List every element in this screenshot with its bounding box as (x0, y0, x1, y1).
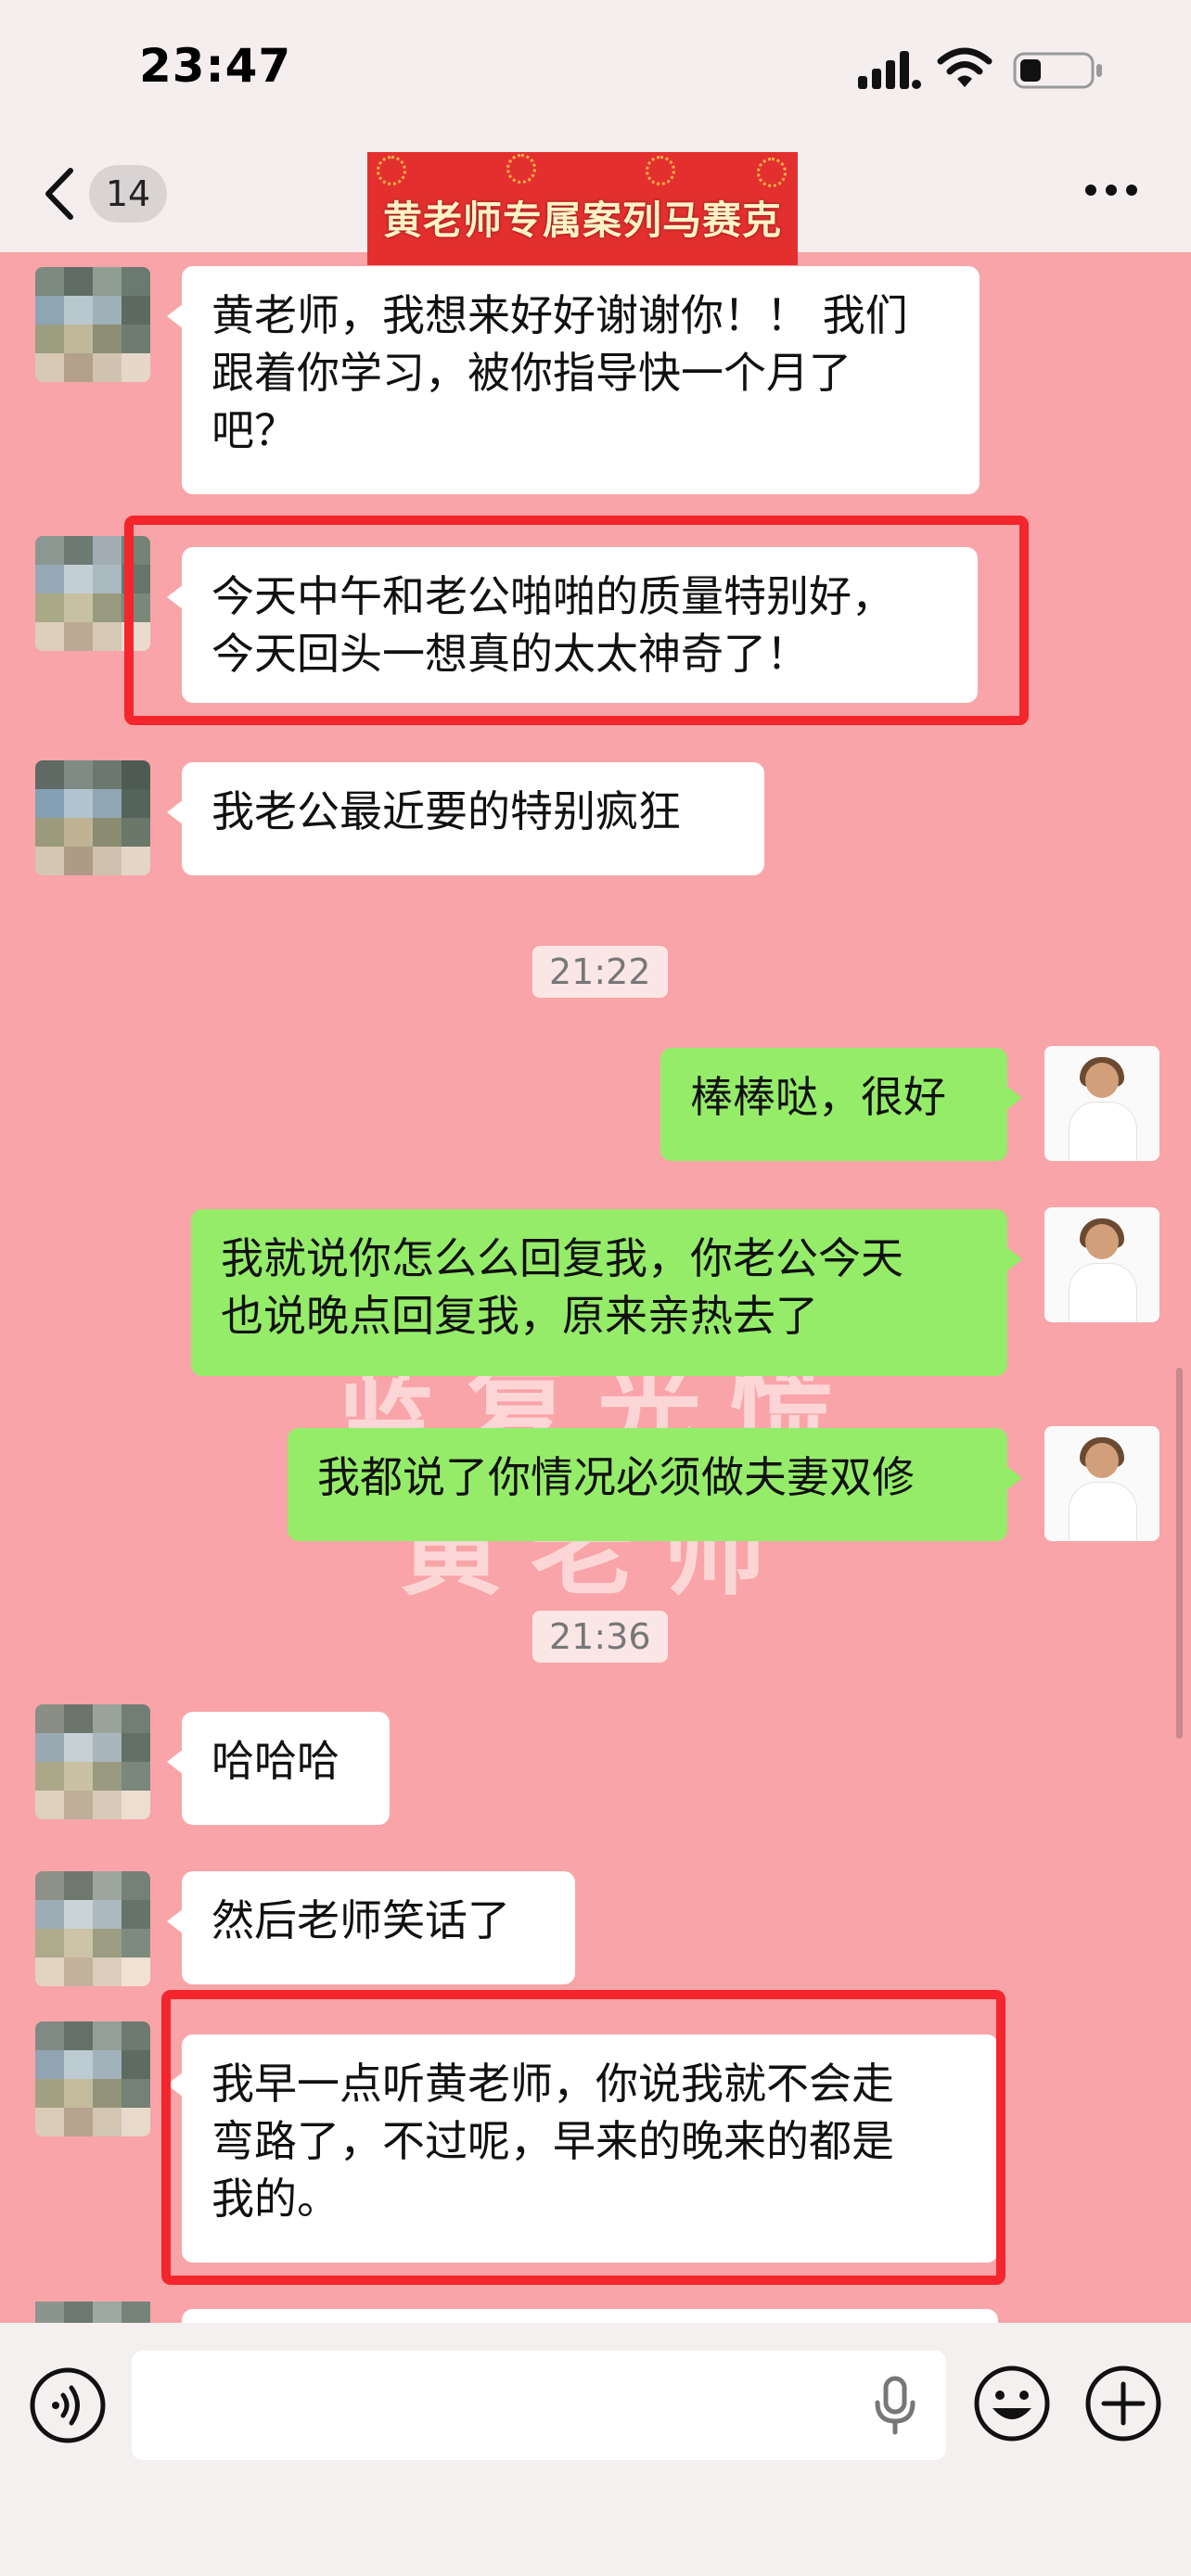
message-bubble-outgoing[interactable]: 我都说了你情况必须做夫妻双修 (288, 1428, 1022, 1541)
contact-avatar[interactable] (35, 1871, 150, 1986)
timestamp: 21:22 (532, 946, 668, 998)
status-bar: 23:47 (0, 0, 1191, 139)
status-time: 23:47 (139, 39, 292, 93)
signal-icon (858, 51, 921, 89)
voice-icon[interactable] (28, 2366, 108, 2445)
firework-decoration (506, 154, 536, 184)
contact-avatar[interactable] (35, 2021, 150, 2136)
banner-title: 黄老师专属案列马赛克 (382, 198, 782, 243)
message-bubble-outgoing[interactable]: 棒棒哒，很好 (660, 1048, 1022, 1161)
more-icon[interactable] (1083, 176, 1139, 204)
message-bubble-incoming[interactable]: 黄老师，我想来好好谢谢你！！ 我们 跟着你学习，被你指导快一个月了 吧？ (167, 266, 980, 494)
emoji-icon[interactable] (972, 2364, 1052, 2443)
contact-avatar[interactable] (35, 760, 150, 875)
message-bubble-incoming[interactable]: 然后老师笑话了 (167, 1871, 575, 1984)
user-avatar[interactable] (1044, 1426, 1159, 1541)
contact-avatar[interactable] (35, 267, 150, 382)
message-bubble-outgoing[interactable]: 我就说你怎么么回复我，你老公今天 也说晚点回复我，原来亲热去了 (191, 1209, 1022, 1376)
title-banner: 黄老师专属案列马赛克 (367, 152, 798, 265)
battery-icon (1013, 52, 1102, 89)
input-bar (0, 2323, 1191, 2576)
scrollbar[interactable] (1176, 1368, 1183, 1739)
message-input[interactable] (132, 2351, 946, 2460)
message-bubble-incoming[interactable]: 我老公最近要的特别疯狂 (167, 762, 764, 875)
microphone-icon[interactable] (872, 2375, 918, 2436)
message-bubble-incoming[interactable]: 哈哈哈 (167, 1712, 390, 1825)
firework-decoration (646, 156, 675, 185)
timestamp: 21:36 (532, 1611, 668, 1663)
user-avatar[interactable] (1044, 1207, 1159, 1322)
firework-decoration (757, 158, 787, 187)
highlight-box (124, 516, 1029, 725)
firework-decoration (377, 156, 406, 185)
wifi-icon (937, 47, 992, 87)
unread-count-badge[interactable]: 14 (89, 165, 167, 223)
contact-avatar[interactable] (35, 1704, 150, 1819)
back-chevron-icon[interactable] (37, 165, 83, 223)
highlight-box (161, 1990, 1005, 2285)
plus-icon[interactable] (1083, 2364, 1163, 2443)
user-avatar[interactable] (1044, 1046, 1159, 1161)
